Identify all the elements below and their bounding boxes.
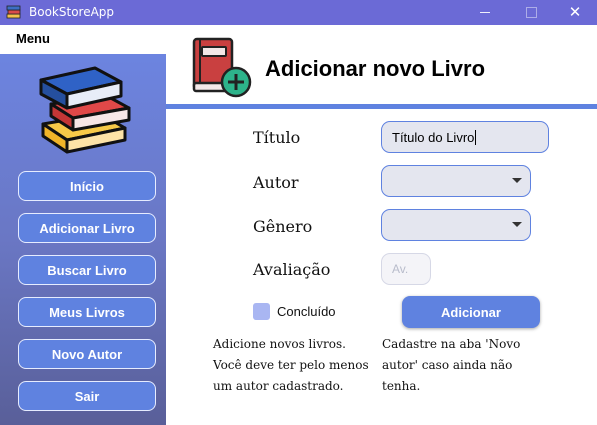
rating-placeholder: Av. (392, 262, 409, 276)
maximize-button[interactable] (508, 0, 554, 25)
books-stack-icon (39, 66, 131, 154)
title-label: Título (253, 128, 301, 147)
maximize-icon (525, 7, 537, 18)
chevron-down-icon (512, 178, 522, 183)
add-book-button[interactable]: Adicionar (402, 296, 540, 328)
sidebar-item-sair[interactable]: Sair (18, 381, 156, 411)
sidebar-item-meus-livros[interactable]: Meus Livros (18, 297, 156, 327)
chevron-down-icon (512, 222, 522, 227)
rating-input[interactable]: Av. (381, 253, 431, 285)
sidebar-item-novo-autor[interactable]: Novo Autor (18, 339, 156, 369)
title-input[interactable]: Título do Livro (381, 121, 549, 153)
genre-label: Gênero (253, 217, 313, 236)
completed-label: Concluído (277, 304, 336, 319)
author-select[interactable] (381, 165, 531, 197)
book-add-icon (192, 37, 252, 98)
title-bar: BookStoreApp ✕ (0, 0, 597, 25)
close-button[interactable]: ✕ (552, 0, 597, 25)
sidebar-item-buscar-livro[interactable]: Buscar Livro (18, 255, 156, 285)
sidebar: Início Adicionar Livro Buscar Livro Meus… (0, 54, 166, 425)
completed-checkbox[interactable] (253, 303, 270, 320)
minimize-icon (480, 12, 490, 13)
sidebar-item-inicio[interactable]: Início (18, 171, 156, 201)
window-title: BookStoreApp (29, 5, 115, 19)
genre-select[interactable] (381, 209, 531, 241)
menu-title: Menu (16, 31, 50, 46)
header-divider (166, 104, 597, 109)
sidebar-item-adicionar-livro[interactable]: Adicionar Livro (18, 213, 156, 243)
text-caret (475, 129, 477, 145)
minimize-button[interactable] (462, 0, 508, 25)
app-books-icon (6, 5, 21, 19)
page-title: Adicionar novo Livro (265, 56, 486, 81)
help-text-left: Adicione novos livros. Você deve ter pel… (213, 337, 369, 393)
author-label: Autor (253, 173, 299, 192)
help-text-right: Cadastre na aba 'Novo autor' caso ainda … (382, 337, 521, 393)
rating-label: Avaliação (253, 260, 331, 279)
close-icon: ✕ (568, 3, 582, 21)
title-input-value: Título do Livro (392, 129, 475, 145)
